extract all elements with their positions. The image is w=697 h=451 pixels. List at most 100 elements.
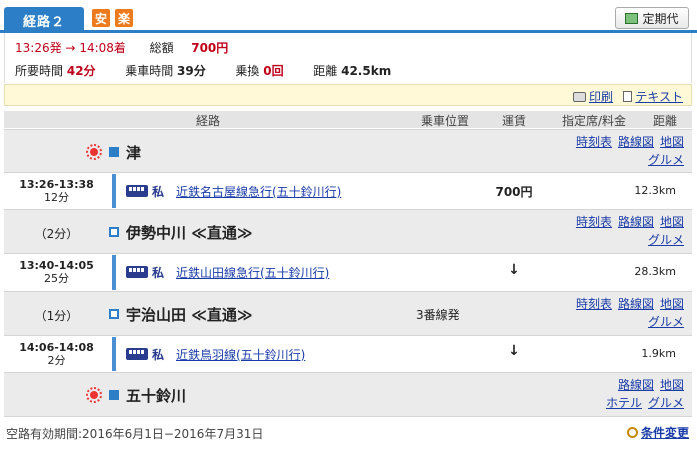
segment-row: 14:06-14:08 2分 私 近鉄鳥羽線(五十鈴川行) ↓ 1.9km xyxy=(4,337,692,371)
duration-label: 所要時間 xyxy=(15,64,64,78)
segment-duration: 25分 xyxy=(44,272,69,285)
station-row: 五十鈴川 路線図 地図 ホテル グルメ xyxy=(4,372,692,417)
station-row: （1分） 宇治山田 ≪直通≫ 3番線発 時刻表 路線図 地図 グルメ xyxy=(4,291,692,336)
text-link[interactable]: テキスト xyxy=(623,88,683,105)
gourmet-link[interactable]: グルメ xyxy=(648,233,684,247)
ride-value: 39分 xyxy=(177,64,206,78)
arrive-time: 14:08着 xyxy=(79,41,126,55)
sun-icon xyxy=(86,144,102,160)
gourmet-link[interactable]: グルメ xyxy=(648,153,684,167)
duration-value: 42分 xyxy=(66,64,96,78)
line-name-link[interactable]: 近鉄鳥羽線(五十鈴川行) xyxy=(176,346,305,363)
station-row: 津 時刻表 路線図 地図 グルメ xyxy=(4,129,692,173)
platform-info: 3番線発 xyxy=(416,308,460,322)
bus-icon xyxy=(126,348,148,360)
segment-duration: 12分 xyxy=(44,191,69,204)
segment-time: 13:26-13:38 12分 xyxy=(4,178,109,204)
timetable-link[interactable]: 時刻表 xyxy=(576,135,612,149)
segment-time: 14:06-14:08 2分 xyxy=(4,341,109,367)
route-tab-bar: 経路２ 安 楽 定期代 xyxy=(0,0,697,33)
arrow-text: → xyxy=(65,41,76,55)
station-links: 路線図 地図 ホテル グルメ xyxy=(600,376,684,412)
segment-time: 13:40-14:05 25分 xyxy=(4,259,109,285)
segment-time-range: 13:40-14:05 xyxy=(19,259,94,272)
validity-period: 空路有効期間:2016年6月1日−2016年7月31日 xyxy=(6,427,264,441)
easy-badge: 楽 xyxy=(115,9,133,27)
commuter-pass-button[interactable]: 定期代 xyxy=(615,7,689,29)
map-link[interactable]: 地図 xyxy=(660,378,684,392)
map-link[interactable]: 地図 xyxy=(660,297,684,311)
route-line xyxy=(112,337,116,371)
line-name-link[interactable]: 近鉄山田線急行(五十鈴川行) xyxy=(176,264,329,281)
commuter-pass-label: 定期代 xyxy=(642,11,679,26)
print-label[interactable]: 印刷 xyxy=(589,88,613,105)
change-conditions-link[interactable]: 条件変更 xyxy=(626,424,689,441)
station-marker-icon xyxy=(109,147,119,157)
route-summary: 13:26発 → 14:08着 総額 700円 所要時間 42分 乗車時間 39… xyxy=(4,33,692,83)
station-name[interactable]: 宇治山田 ≪直通≫ xyxy=(126,304,253,325)
segment-duration: 2分 xyxy=(47,354,66,367)
document-icon xyxy=(623,91,633,102)
print-toolbar: 印刷 テキスト xyxy=(4,84,692,106)
timetable-link[interactable]: 時刻表 xyxy=(576,297,612,311)
map-link[interactable]: 地図 xyxy=(660,135,684,149)
sun-icon xyxy=(86,387,102,403)
text-label[interactable]: テキスト xyxy=(635,88,683,105)
transfer-label: 乗換 xyxy=(235,64,260,78)
station-name[interactable]: 伊勢中川 ≪直通≫ xyxy=(126,222,253,243)
station-row: （2分） 伊勢中川 ≪直通≫ 時刻表 路線図 地図 グルメ xyxy=(4,209,692,254)
col-distance: 距離 xyxy=(652,114,677,128)
route-map-link[interactable]: 路線図 xyxy=(618,215,654,229)
station-marker-icon xyxy=(109,309,119,319)
segment-time-range: 13:26-13:38 xyxy=(19,178,94,191)
change-conditions-label[interactable]: 条件変更 xyxy=(641,424,689,441)
segment-row: 13:40-14:05 25分 私 近鉄山田線急行(五十鈴川行) ↓ 28.3k… xyxy=(4,255,692,290)
fare-continue-arrow: ↓ xyxy=(508,343,520,359)
segment-row: 13:26-13:38 12分 私 近鉄名古屋線急行(五十鈴川行) 700円 1… xyxy=(4,174,692,208)
route-map-link[interactable]: 路線図 xyxy=(618,297,654,311)
station-name[interactable]: 津 xyxy=(126,142,141,163)
station-marker-icon xyxy=(109,227,119,237)
station-name[interactable]: 五十鈴川 xyxy=(126,385,186,406)
station-links: 時刻表 路線図 地図 グルメ xyxy=(570,295,684,331)
col-reserved: 指定席/料金 xyxy=(561,114,627,128)
private-rail-label: 私 xyxy=(152,266,165,280)
transfer-wait: （2分） xyxy=(34,227,79,241)
route-line xyxy=(112,255,116,290)
line-name-link[interactable]: 近鉄名古屋線急行(五十鈴川行) xyxy=(176,183,341,200)
timetable-link[interactable]: 時刻表 xyxy=(576,215,612,229)
station-links: 時刻表 路線図 地図 グルメ xyxy=(570,133,684,169)
gourmet-link[interactable]: グルメ xyxy=(648,315,684,329)
col-fare: 運賃 xyxy=(501,114,526,128)
transfer-wait: （1分） xyxy=(34,309,79,323)
station-marker-icon xyxy=(109,390,119,400)
segment-time-range: 14:06-14:08 xyxy=(19,341,94,354)
station-links: 時刻表 路線図 地図 グルメ xyxy=(570,213,684,249)
col-route: 経路 xyxy=(195,114,220,128)
segment-distance: 28.3km xyxy=(634,265,676,278)
bus-icon xyxy=(126,266,148,278)
safe-badge: 安 xyxy=(92,9,110,27)
segment-distance: 1.9km xyxy=(641,347,676,360)
route-tab[interactable]: 経路２ xyxy=(4,7,84,33)
map-link[interactable]: 地図 xyxy=(660,215,684,229)
route-map-link[interactable]: 路線図 xyxy=(618,378,654,392)
hotel-link[interactable]: ホテル xyxy=(606,396,642,410)
depart-time: 13:26発 xyxy=(15,41,62,55)
pass-icon xyxy=(625,12,639,24)
bus-icon xyxy=(126,185,148,197)
col-position: 乗車位置 xyxy=(420,114,469,128)
gourmet-link[interactable]: グルメ xyxy=(648,396,684,410)
private-rail-label: 私 xyxy=(152,348,165,362)
private-rail-label: 私 xyxy=(152,185,165,199)
table-header: 経路 乗車位置 運賃 指定席/料金 距離 xyxy=(4,111,692,128)
distance-label: 距離 xyxy=(313,64,338,78)
segment-distance: 12.3km xyxy=(634,184,676,197)
route-line xyxy=(112,174,116,208)
print-link[interactable]: 印刷 xyxy=(572,88,613,105)
route-map-link[interactable]: 路線図 xyxy=(618,135,654,149)
transfer-value: 0回 xyxy=(263,64,284,78)
printer-icon xyxy=(572,91,586,102)
ride-label: 乗車時間 xyxy=(125,64,174,78)
fare-continue-arrow: ↓ xyxy=(508,262,520,278)
